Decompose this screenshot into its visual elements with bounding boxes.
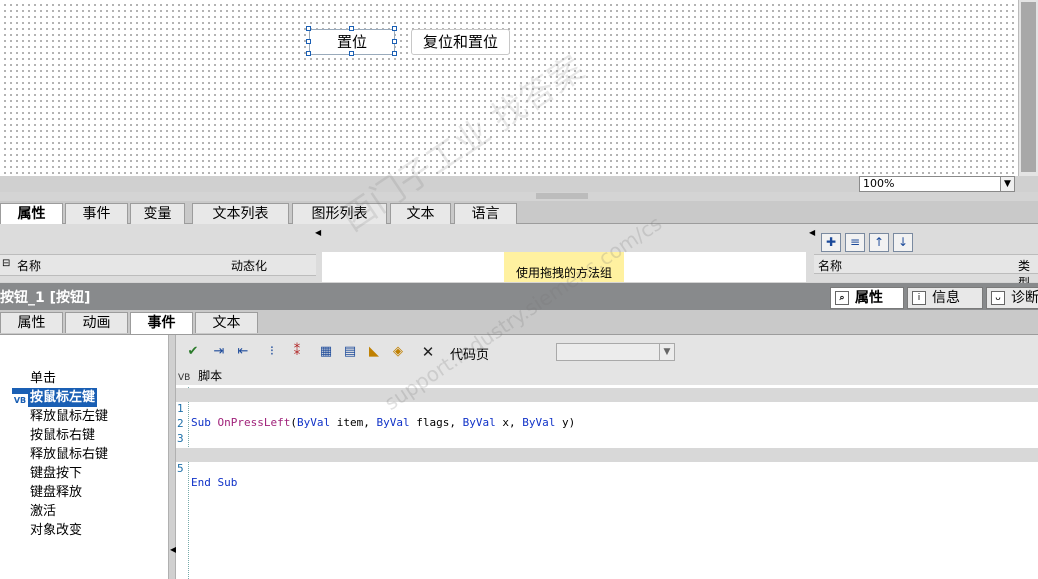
- selection-handle[interactable]: [306, 26, 311, 31]
- tab-inspector-info[interactable]: i 信息: [907, 287, 983, 309]
- events-list: 单击 VB 按鼠标左键 释放鼠标左键 按鼠标右键 释放鼠标右键 键盘按下 键盘释放…: [0, 335, 168, 579]
- codepage-select[interactable]: ▼: [556, 343, 675, 361]
- splitter-grip[interactable]: [536, 193, 588, 199]
- scrollbar-thumb[interactable]: [1021, 2, 1036, 172]
- comment-icon[interactable]: ⁝: [262, 342, 282, 362]
- vb-icon: VB: [178, 373, 191, 383]
- tab-inspector-diagnostics[interactable]: ᴗ 诊断: [986, 287, 1038, 309]
- selection-handle[interactable]: [306, 39, 311, 44]
- reset-and-set-button[interactable]: 复位和置位: [411, 29, 510, 55]
- move-up-icon[interactable]: ↑: [869, 233, 889, 252]
- code-text: End Sub: [191, 476, 238, 489]
- tab-label: 信息: [932, 290, 960, 306]
- tab-text-lists[interactable]: 文本列表: [192, 203, 289, 224]
- tab-events[interactable]: 事件: [65, 203, 128, 224]
- move-down-icon[interactable]: ↓: [893, 233, 913, 252]
- insert-icon[interactable]: ≡: [845, 233, 865, 252]
- script-editor: ✔ ⇥ ⇤ ⁝ ⁑ ▦ ▤ ◣ ◈ ✕ 代码页 ▼ VB 脚本 1 Sub On…: [176, 335, 1038, 579]
- code-editor[interactable]: 1 Sub OnPressLeft(ByVal item, ByVal flag…: [176, 387, 1038, 579]
- lower-tab-bar: 属性 动画 事件 文本: [0, 310, 1038, 335]
- column-dynamic: 动态化: [231, 259, 268, 273]
- tab-properties[interactable]: 属性: [0, 203, 63, 225]
- event-object-change[interactable]: 对象改变: [30, 521, 82, 540]
- script-label: 脚本: [198, 369, 223, 383]
- chevron-down-icon[interactable]: ▼: [1000, 177, 1014, 191]
- expand-icon[interactable]: ⊟: [2, 258, 10, 269]
- check-syntax-icon[interactable]: ✔: [183, 342, 203, 362]
- zoom-value: 100%: [863, 177, 895, 190]
- vb-script-icon: VB: [12, 394, 28, 408]
- screen-canvas[interactable]: 置位 复位和置位: [0, 0, 1018, 176]
- inspector-header: 按钮_1 [按钮] ⌕ 属性 i 信息 ᴗ 诊断: [0, 283, 1038, 310]
- event-activate[interactable]: 激活: [30, 502, 56, 521]
- zoom-select[interactable]: 100% ▼: [859, 176, 1015, 192]
- list-objects-icon[interactable]: ▦: [316, 342, 336, 362]
- diagnostics-icon: ᴗ: [991, 291, 1005, 305]
- tab-tags[interactable]: 变量: [130, 203, 185, 224]
- tab-properties[interactable]: 属性: [0, 312, 63, 333]
- code-line[interactable]: 4: [176, 433, 1038, 460]
- code-line[interactable]: 1 Sub OnPressLeft(ByVal item, ByVal flag…: [176, 388, 1038, 429]
- chevron-left-icon[interactable]: ◀: [809, 228, 815, 237]
- tab-inspector-properties[interactable]: ⌕ 属性: [830, 287, 904, 309]
- selection-handle[interactable]: [306, 51, 311, 56]
- panel-splitter[interactable]: ◀: [168, 335, 176, 579]
- properties-icon: ⌕: [835, 291, 849, 305]
- script-toolbar: ✔ ⇥ ⇤ ⁝ ⁑ ▦ ▤ ◣ ◈ ✕ 代码页 ▼: [176, 335, 1038, 368]
- property-list-header: ⊟ 名称 动态化: [0, 254, 316, 276]
- column-name: 名称: [17, 259, 42, 273]
- tab-label: 属性: [855, 290, 883, 306]
- indent-icon[interactable]: ⇥: [209, 342, 229, 362]
- upper-tab-bar: 属性 事件 变量 文本列表 图形列表 文本 语言: [0, 201, 1038, 225]
- tab-texts[interactable]: 文本: [390, 203, 451, 224]
- selection-handle[interactable]: [349, 51, 354, 56]
- event-click[interactable]: 单击: [30, 369, 56, 388]
- tab-label: 诊断: [1011, 290, 1038, 306]
- upper-panel: ◀ ⊟ 名称 动态化 使用拖拽的方法组 ◀ ✚ ≡ ↑ ↓ 名称 类型: [0, 224, 1038, 290]
- column-name: 名称: [818, 259, 843, 273]
- event-key-down[interactable]: 键盘按下: [30, 464, 82, 483]
- code-line[interactable]: 5 End Sub: [176, 448, 1038, 489]
- drag-hint: 使用拖拽的方法组: [504, 252, 624, 282]
- tab-events[interactable]: 事件: [130, 312, 193, 334]
- right-list-header: 名称 类型: [814, 254, 1038, 290]
- delete-icon[interactable]: ✕: [418, 342, 438, 362]
- selection-handle[interactable]: [349, 26, 354, 31]
- codepage-label: 代码页: [450, 348, 490, 363]
- bookmark-icon[interactable]: ◣: [364, 342, 384, 362]
- code-line[interactable]: 2: [176, 403, 1038, 430]
- tab-animations[interactable]: 动画: [65, 312, 128, 333]
- uncomment-icon[interactable]: ⁑: [287, 342, 307, 362]
- tab-languages[interactable]: 语言: [454, 203, 517, 224]
- add-icon[interactable]: ✚: [821, 233, 841, 252]
- event-release-right[interactable]: 释放鼠标右键: [30, 445, 108, 464]
- event-key-up[interactable]: 键盘释放: [30, 483, 82, 502]
- tab-texts[interactable]: 文本: [195, 312, 258, 333]
- line-number: 5: [177, 462, 184, 475]
- object-title: 按钮_1 [按钮]: [0, 290, 91, 306]
- event-release-left[interactable]: 释放鼠标左键: [30, 407, 108, 426]
- selection-handle[interactable]: [392, 26, 397, 31]
- list-properties-icon[interactable]: ▤: [340, 342, 360, 362]
- event-press-right[interactable]: 按鼠标右键: [30, 426, 95, 445]
- clear-bookmark-icon[interactable]: ◈: [388, 342, 408, 362]
- tab-graphic-lists[interactable]: 图形列表: [292, 203, 387, 224]
- selection-handle[interactable]: [392, 51, 397, 56]
- info-icon: i: [912, 291, 926, 305]
- chevron-left-icon[interactable]: ◀: [315, 228, 321, 237]
- selection-handle[interactable]: [392, 39, 397, 44]
- event-label: 按鼠标左键: [30, 390, 96, 405]
- canvas-vertical-scrollbar[interactable]: [1018, 0, 1038, 176]
- chevron-down-icon[interactable]: ▼: [659, 344, 674, 360]
- event-press-left[interactable]: VB 按鼠标左键: [12, 388, 98, 408]
- code-line[interactable]: 3 SmartTags("Properties\Cmd.dwCtrl")= Sm…: [176, 418, 1038, 459]
- outdent-icon[interactable]: ⇤: [233, 342, 253, 362]
- script-header: VB 脚本: [176, 368, 1038, 385]
